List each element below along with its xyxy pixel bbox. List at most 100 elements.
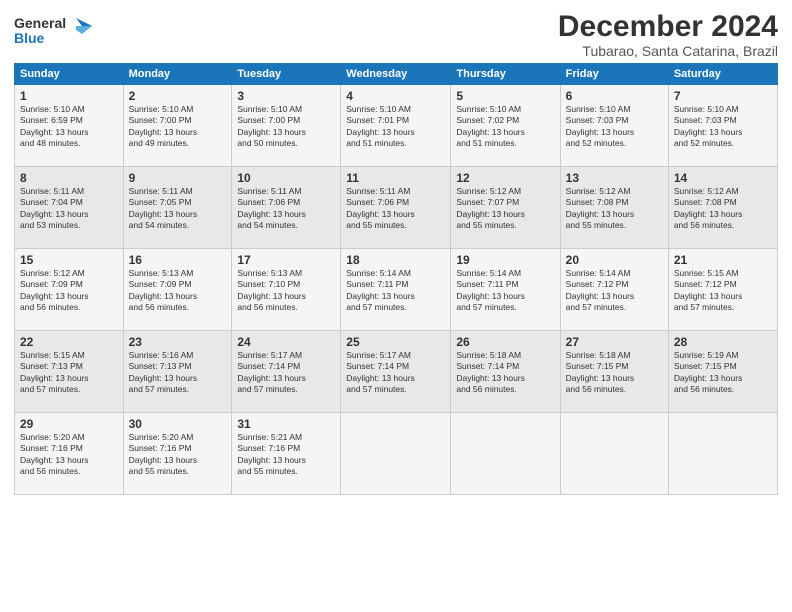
day-info: Sunrise: 5:10 AMSunset: 7:03 PMDaylight:… [566,104,663,150]
weekday-header-wednesday: Wednesday [341,64,451,85]
day-number: 15 [20,253,118,267]
calendar-day-19: 19Sunrise: 5:14 AMSunset: 7:11 PMDayligh… [451,249,560,331]
day-number: 25 [346,335,445,349]
day-info: Sunrise: 5:18 AMSunset: 7:14 PMDaylight:… [456,350,554,396]
day-number: 14 [674,171,772,185]
calendar-day-4: 4Sunrise: 5:10 AMSunset: 7:01 PMDaylight… [341,85,451,167]
day-info: Sunrise: 5:20 AMSunset: 7:16 PMDaylight:… [20,432,118,478]
day-number: 12 [456,171,554,185]
day-number: 18 [346,253,445,267]
calendar-day-16: 16Sunrise: 5:13 AMSunset: 7:09 PMDayligh… [123,249,232,331]
weekday-header-thursday: Thursday [451,64,560,85]
calendar-day-26: 26Sunrise: 5:18 AMSunset: 7:14 PMDayligh… [451,331,560,413]
day-info: Sunrise: 5:11 AMSunset: 7:06 PMDaylight:… [237,186,335,232]
day-number: 10 [237,171,335,185]
day-number: 24 [237,335,335,349]
calendar-day-17: 17Sunrise: 5:13 AMSunset: 7:10 PMDayligh… [232,249,341,331]
calendar-day-14: 14Sunrise: 5:12 AMSunset: 7:08 PMDayligh… [668,167,777,249]
calendar-week-5: 29Sunrise: 5:20 AMSunset: 7:16 PMDayligh… [15,413,778,495]
day-number: 3 [237,89,335,103]
day-number: 8 [20,171,118,185]
day-info: Sunrise: 5:19 AMSunset: 7:15 PMDaylight:… [674,350,772,396]
day-number: 4 [346,89,445,103]
weekday-header-tuesday: Tuesday [232,64,341,85]
day-number: 21 [674,253,772,267]
calendar-empty [668,413,777,495]
day-number: 26 [456,335,554,349]
calendar-day-15: 15Sunrise: 5:12 AMSunset: 7:09 PMDayligh… [15,249,124,331]
calendar-day-22: 22Sunrise: 5:15 AMSunset: 7:13 PMDayligh… [15,331,124,413]
day-number: 11 [346,171,445,185]
day-info: Sunrise: 5:10 AMSunset: 7:01 PMDaylight:… [346,104,445,150]
calendar-day-21: 21Sunrise: 5:15 AMSunset: 7:12 PMDayligh… [668,249,777,331]
day-info: Sunrise: 5:14 AMSunset: 7:11 PMDaylight:… [456,268,554,314]
calendar-empty [560,413,668,495]
day-info: Sunrise: 5:12 AMSunset: 7:07 PMDaylight:… [456,186,554,232]
calendar-day-7: 7Sunrise: 5:10 AMSunset: 7:03 PMDaylight… [668,85,777,167]
day-number: 23 [129,335,227,349]
day-number: 27 [566,335,663,349]
day-info: Sunrise: 5:20 AMSunset: 7:16 PMDaylight:… [129,432,227,478]
day-number: 30 [129,417,227,431]
weekday-header-friday: Friday [560,64,668,85]
day-number: 28 [674,335,772,349]
calendar-day-30: 30Sunrise: 5:20 AMSunset: 7:16 PMDayligh… [123,413,232,495]
weekday-header-row: SundayMondayTuesdayWednesdayThursdayFrid… [15,64,778,85]
day-info: Sunrise: 5:17 AMSunset: 7:14 PMDaylight:… [237,350,335,396]
calendar-day-10: 10Sunrise: 5:11 AMSunset: 7:06 PMDayligh… [232,167,341,249]
weekday-header-saturday: Saturday [668,64,777,85]
calendar-day-5: 5Sunrise: 5:10 AMSunset: 7:02 PMDaylight… [451,85,560,167]
day-info: Sunrise: 5:18 AMSunset: 7:15 PMDaylight:… [566,350,663,396]
day-info: Sunrise: 5:10 AMSunset: 7:03 PMDaylight:… [674,104,772,150]
calendar-day-27: 27Sunrise: 5:18 AMSunset: 7:15 PMDayligh… [560,331,668,413]
calendar-day-25: 25Sunrise: 5:17 AMSunset: 7:14 PMDayligh… [341,331,451,413]
day-info: Sunrise: 5:15 AMSunset: 7:12 PMDaylight:… [674,268,772,314]
day-info: Sunrise: 5:14 AMSunset: 7:11 PMDaylight:… [346,268,445,314]
day-info: Sunrise: 5:11 AMSunset: 7:04 PMDaylight:… [20,186,118,232]
weekday-header-monday: Monday [123,64,232,85]
calendar-table: SundayMondayTuesdayWednesdayThursdayFrid… [14,63,778,495]
day-number: 17 [237,253,335,267]
calendar-week-4: 22Sunrise: 5:15 AMSunset: 7:13 PMDayligh… [15,331,778,413]
day-number: 20 [566,253,663,267]
calendar-day-24: 24Sunrise: 5:17 AMSunset: 7:14 PMDayligh… [232,331,341,413]
weekday-header-sunday: Sunday [15,64,124,85]
day-info: Sunrise: 5:14 AMSunset: 7:12 PMDaylight:… [566,268,663,314]
calendar-week-2: 8Sunrise: 5:11 AMSunset: 7:04 PMDaylight… [15,167,778,249]
calendar-day-2: 2Sunrise: 5:10 AMSunset: 7:00 PMDaylight… [123,85,232,167]
calendar-day-1: 1Sunrise: 5:10 AMSunset: 6:59 PMDaylight… [15,85,124,167]
calendar-day-12: 12Sunrise: 5:12 AMSunset: 7:07 PMDayligh… [451,167,560,249]
page-container: General Blue December 2024 Tubarao, Sant… [0,0,792,503]
day-number: 5 [456,89,554,103]
day-number: 16 [129,253,227,267]
calendar-day-3: 3Sunrise: 5:10 AMSunset: 7:00 PMDaylight… [232,85,341,167]
day-info: Sunrise: 5:10 AMSunset: 6:59 PMDaylight:… [20,104,118,150]
title-block: December 2024 Tubarao, Santa Catarina, B… [558,10,778,59]
calendar-day-31: 31Sunrise: 5:21 AMSunset: 7:16 PMDayligh… [232,413,341,495]
day-info: Sunrise: 5:11 AMSunset: 7:06 PMDaylight:… [346,186,445,232]
calendar-day-23: 23Sunrise: 5:16 AMSunset: 7:13 PMDayligh… [123,331,232,413]
header: General Blue December 2024 Tubarao, Sant… [14,10,778,59]
svg-text:Blue: Blue [14,30,45,46]
day-info: Sunrise: 5:11 AMSunset: 7:05 PMDaylight:… [129,186,227,232]
calendar-day-28: 28Sunrise: 5:19 AMSunset: 7:15 PMDayligh… [668,331,777,413]
day-number: 2 [129,89,227,103]
calendar-day-11: 11Sunrise: 5:11 AMSunset: 7:06 PMDayligh… [341,167,451,249]
calendar-week-1: 1Sunrise: 5:10 AMSunset: 6:59 PMDaylight… [15,85,778,167]
day-info: Sunrise: 5:12 AMSunset: 7:08 PMDaylight:… [566,186,663,232]
day-number: 6 [566,89,663,103]
svg-text:General: General [14,15,66,31]
day-info: Sunrise: 5:10 AMSunset: 7:02 PMDaylight:… [456,104,554,150]
day-info: Sunrise: 5:10 AMSunset: 7:00 PMDaylight:… [129,104,227,150]
calendar-day-9: 9Sunrise: 5:11 AMSunset: 7:05 PMDaylight… [123,167,232,249]
day-info: Sunrise: 5:17 AMSunset: 7:14 PMDaylight:… [346,350,445,396]
calendar-day-6: 6Sunrise: 5:10 AMSunset: 7:03 PMDaylight… [560,85,668,167]
day-info: Sunrise: 5:12 AMSunset: 7:09 PMDaylight:… [20,268,118,314]
location-title: Tubarao, Santa Catarina, Brazil [558,43,778,59]
day-info: Sunrise: 5:13 AMSunset: 7:10 PMDaylight:… [237,268,335,314]
day-number: 19 [456,253,554,267]
day-number: 29 [20,417,118,431]
calendar-week-3: 15Sunrise: 5:12 AMSunset: 7:09 PMDayligh… [15,249,778,331]
day-number: 9 [129,171,227,185]
day-info: Sunrise: 5:13 AMSunset: 7:09 PMDaylight:… [129,268,227,314]
